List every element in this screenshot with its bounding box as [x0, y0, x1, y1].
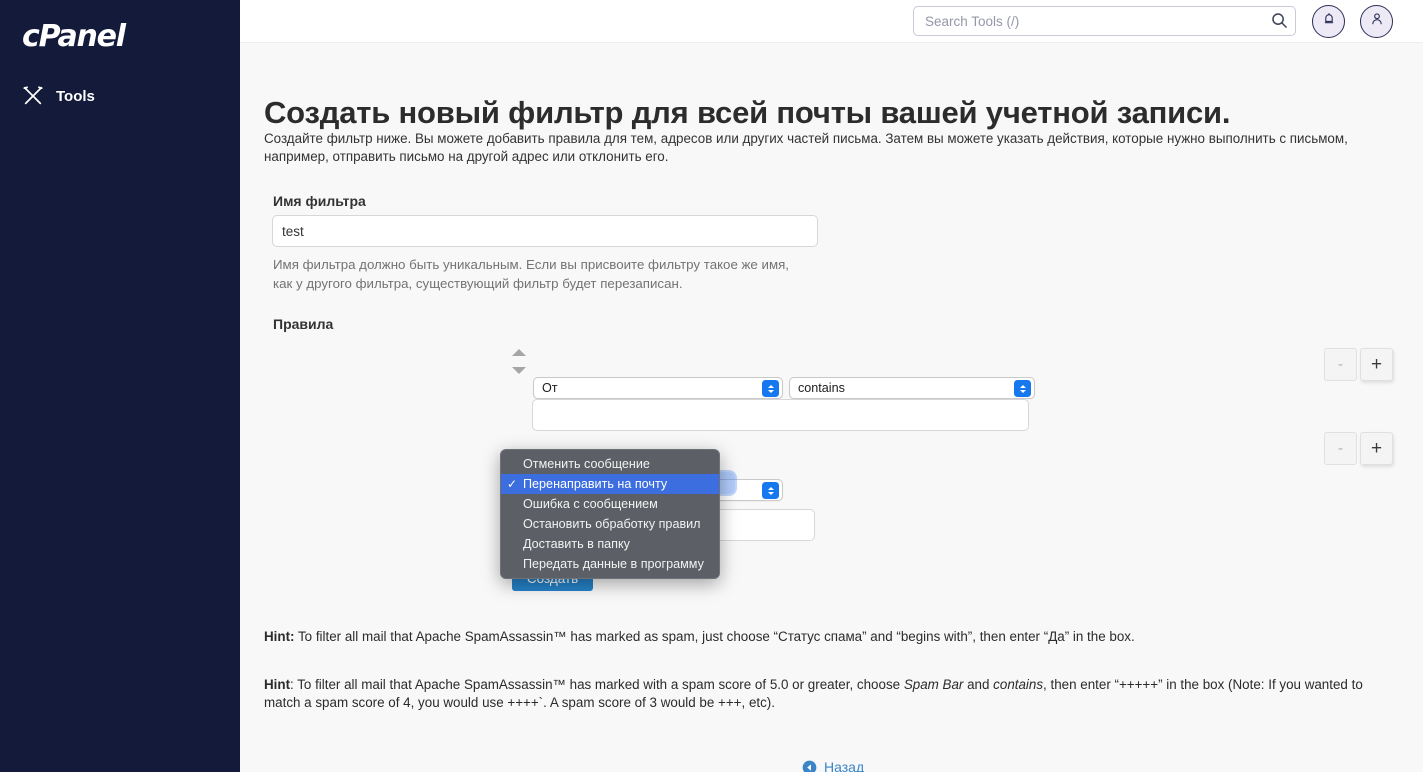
filter-name-label: Имя фильтра — [273, 193, 366, 209]
back-link-label: Назад — [824, 759, 865, 772]
add-action-button[interactable]: + — [1360, 432, 1393, 465]
main-content: Создать новый фильтр для всей почты ваше… — [240, 43, 1423, 772]
triangle-down-icon[interactable] — [512, 367, 526, 374]
user-icon — [1369, 11, 1385, 32]
top-header — [240, 0, 1423, 43]
hint-italic-contains: contains — [993, 677, 1044, 692]
remove-rule-button[interactable]: - — [1324, 348, 1357, 381]
search-container — [913, 6, 1296, 36]
page-description: Создайте фильтр ниже. Вы можете добавить… — [264, 131, 1348, 165]
cpanel-app: cPanel Tools Search Tools (/) Создать но… — [0, 0, 1423, 772]
action-select-dropdown: Отменить сообщение ✓ Перенаправить на по… — [500, 449, 720, 579]
rule-operator-value: contains — [798, 381, 845, 395]
remove-action-button[interactable]: - — [1324, 432, 1357, 465]
dropdown-item-label: Передать данные в программу — [523, 557, 704, 571]
hint-lead: Hint — [264, 677, 291, 692]
account-button[interactable] — [1360, 5, 1393, 38]
sidebar-item-tools[interactable]: Tools — [22, 85, 95, 107]
cpanel-logo: cPanel — [22, 19, 126, 54]
rule-operator-select[interactable]: contains — [789, 377, 1035, 399]
hint-spam-status: Hint: To filter all mail that Apache Spa… — [264, 628, 1394, 646]
hint-body: To filter all mail that Apache SpamAssas… — [294, 629, 1135, 644]
dropdown-item-label: Остановить обработку правил — [523, 517, 701, 531]
check-icon: ✓ — [507, 477, 518, 491]
dropdown-item-label: Ошибка с сообщением — [523, 497, 658, 511]
page-title: Создать новый фильтр для всей почты ваше… — [264, 94, 1231, 130]
dropdown-item[interactable]: ✓ Перенаправить на почту — [501, 474, 719, 494]
hint-part-1: : To filter all mail that Apache SpamAss… — [290, 677, 904, 692]
dropdown-item[interactable]: Передать данные в программу — [501, 554, 719, 574]
bell-icon — [1321, 11, 1337, 32]
rule-value-input[interactable] — [532, 399, 1029, 431]
rule-field-select[interactable]: От — [533, 377, 783, 399]
sidebar-item-label: Tools — [56, 87, 95, 105]
circle-arrow-left-icon — [802, 760, 817, 772]
hint-spam-bar: Hint: To filter all mail that Apache Spa… — [264, 676, 1394, 712]
dropdown-item[interactable]: Отменить сообщение — [501, 454, 719, 474]
sidebar: cPanel Tools — [0, 0, 240, 772]
rules-label: Правила — [273, 316, 334, 332]
dropdown-item[interactable]: Остановить обработку правил — [501, 514, 719, 534]
add-rule-button[interactable]: + — [1360, 348, 1393, 381]
dropdown-item[interactable]: Доставить в папку — [501, 534, 719, 554]
dropdown-item[interactable]: Ошибка с сообщением — [501, 494, 719, 514]
chevron-updown-icon — [762, 380, 779, 397]
hint-italic-spam-bar: Spam Bar — [903, 677, 964, 692]
dropdown-item-label: Отменить сообщение — [523, 457, 650, 471]
rule-reorder-controls — [512, 345, 528, 385]
dropdown-item-label: Доставить в папку — [523, 537, 630, 551]
triangle-up-icon[interactable] — [512, 349, 526, 356]
chevron-updown-icon — [1014, 380, 1031, 397]
notifications-button[interactable] — [1312, 5, 1345, 38]
dropdown-item-label: Перенаправить на почту — [523, 477, 668, 491]
hint-lead: Hint: — [264, 629, 295, 644]
tools-icon — [22, 85, 44, 107]
hint-part-2: and — [963, 677, 994, 692]
filter-name-input[interactable] — [272, 215, 818, 247]
chevron-updown-icon — [762, 482, 779, 499]
back-link[interactable]: Назад — [802, 759, 864, 772]
filter-name-help: Имя фильтра должно быть уникальным. Если… — [273, 257, 789, 291]
rule-field-value: От — [542, 381, 558, 395]
search-input[interactable] — [913, 6, 1296, 36]
